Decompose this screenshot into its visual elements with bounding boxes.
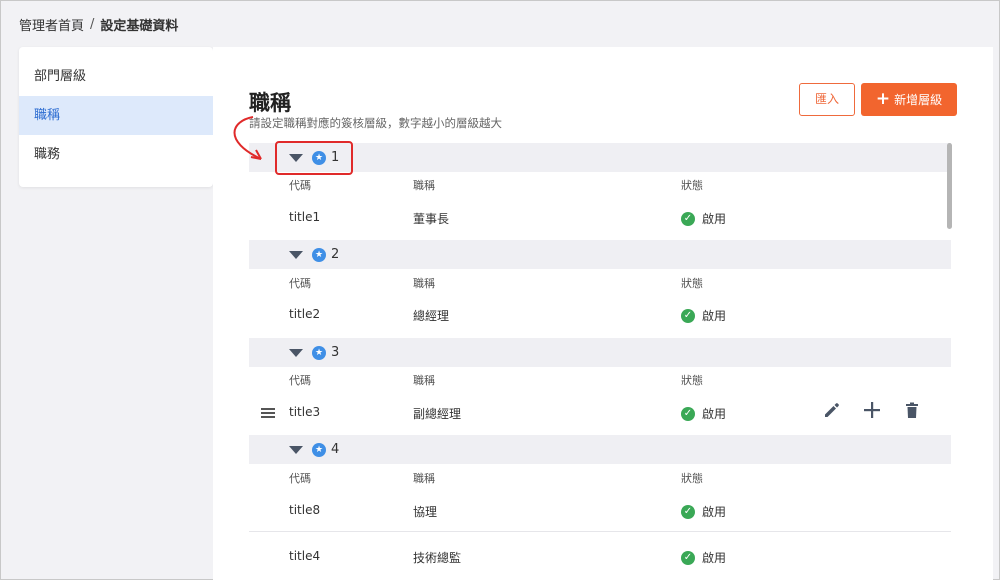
row-title: 技術總監 — [413, 551, 462, 565]
status-label: 啟用 — [702, 551, 727, 565]
plus-icon: + — [875, 89, 891, 109]
add-level-label: 新增層級 — [894, 93, 943, 107]
column-code: 代碼 — [289, 374, 311, 387]
column-header-row: 代碼 職稱 狀態 — [249, 177, 951, 197]
pencil-icon[interactable] — [823, 401, 841, 419]
breadcrumb-current: 設定基礎資料 — [100, 19, 179, 34]
sidebar-item-job-title[interactable]: 職稱 — [19, 96, 213, 135]
caret-down-icon[interactable] — [289, 348, 303, 357]
check-circle-icon: ✓ — [681, 550, 695, 565]
level-group-header[interactable]: ★ 3 — [249, 338, 951, 367]
level-number: 4 — [331, 442, 340, 457]
add-level-button[interactable]: + 新增層級 — [861, 83, 957, 116]
row-title: 協理 — [413, 505, 438, 519]
callout-arrow-icon — [233, 116, 262, 160]
status-label: 啟用 — [702, 309, 727, 323]
sidebar-item-department-level[interactable]: 部門層級 — [19, 57, 213, 96]
row-title: 副總經理 — [413, 407, 462, 421]
level-group-header[interactable]: ★ 2 — [249, 240, 951, 269]
drag-handle-icon[interactable] — [261, 408, 275, 418]
sidebar-item-position[interactable]: 職務 — [19, 135, 213, 174]
row-code: title2 — [289, 307, 321, 321]
column-title: 職稱 — [413, 179, 435, 192]
trash-icon[interactable] — [903, 401, 921, 419]
star-badge-icon: ★ — [312, 442, 326, 457]
table-row[interactable]: title2 總經理 ✓ 啟用 — [249, 295, 951, 335]
breadcrumb: 管理者首頁 / 設定基礎資料 — [19, 15, 178, 34]
column-status: 狀態 — [681, 374, 703, 387]
level-number: 3 — [331, 345, 340, 360]
column-code: 代碼 — [289, 277, 311, 290]
row-code: title1 — [289, 210, 321, 224]
column-code: 代碼 — [289, 472, 311, 485]
table-row[interactable]: title1 董事長 ✓ 啟用 — [249, 198, 951, 238]
star-badge-icon: ★ — [312, 345, 326, 360]
table-row[interactable]: title8 協理 ✓ 啟用 — [249, 491, 951, 531]
table-row[interactable]: title4 技術總監 ✓ 啟用 — [249, 537, 951, 577]
caret-down-icon[interactable] — [289, 250, 303, 259]
level-group-header[interactable]: ★ 4 — [249, 435, 951, 464]
column-header-row: 代碼 職稱 狀態 — [249, 275, 951, 295]
check-circle-icon: ✓ — [681, 406, 695, 421]
row-status: ✓ 啟用 — [681, 405, 726, 422]
column-title: 職稱 — [413, 472, 435, 485]
plus-icon[interactable] — [863, 401, 881, 419]
breadcrumb-separator: / — [90, 17, 95, 32]
row-actions — [823, 401, 921, 419]
column-status: 狀態 — [681, 179, 703, 192]
check-circle-icon: ✓ — [681, 308, 695, 323]
page-subtitle: 請設定職稱對應的簽核層級，數字越小的層級越大 — [249, 116, 502, 130]
sidebar: 部門層級 職稱 職務 — [19, 47, 213, 187]
column-title: 職稱 — [413, 374, 435, 387]
title-level-table: ★ 1 代碼 職稱 狀態 title1 董事長 ✓ 啟用 ★ 2 代碼 職稱 狀… — [249, 143, 951, 580]
column-code: 代碼 — [289, 179, 311, 192]
check-circle-icon: ✓ — [681, 211, 695, 226]
column-header-row: 代碼 職稱 狀態 — [249, 470, 951, 490]
row-status: ✓ 啟用 — [681, 210, 726, 227]
status-label: 啟用 — [702, 212, 727, 226]
row-status: ✓ 啟用 — [681, 307, 726, 324]
status-label: 啟用 — [702, 407, 727, 421]
check-circle-icon: ✓ — [681, 504, 695, 519]
row-code: title3 — [289, 405, 321, 419]
callout-highlight-box — [275, 141, 353, 175]
breadcrumb-home[interactable]: 管理者首頁 — [19, 15, 84, 34]
row-title: 董事長 — [413, 212, 450, 226]
caret-down-icon[interactable] — [289, 445, 303, 454]
row-code: title4 — [289, 549, 321, 563]
table-row[interactable]: title3 副總經理 ✓ 啟用 — [249, 393, 951, 433]
main-panel: 職稱 請設定職稱對應的簽核層級，數字越小的層級越大 匯入 + 新增層級 ★ 1 … — [213, 47, 993, 580]
column-status: 狀態 — [681, 277, 703, 290]
star-badge-icon: ★ — [312, 247, 326, 262]
status-label: 啟用 — [702, 505, 727, 519]
vertical-scrollbar[interactable] — [947, 143, 952, 229]
column-status: 狀態 — [681, 472, 703, 485]
level-number: 2 — [331, 247, 340, 262]
import-button[interactable]: 匯入 — [799, 83, 855, 116]
level-group-header[interactable]: ★ 1 — [249, 143, 951, 172]
row-code: title8 — [289, 503, 321, 517]
column-header-row: 代碼 職稱 狀態 — [249, 372, 951, 392]
row-status: ✓ 啟用 — [681, 503, 726, 520]
row-status: ✓ 啟用 — [681, 549, 726, 566]
row-title: 總經理 — [413, 309, 450, 323]
column-title: 職稱 — [413, 277, 435, 290]
row-divider — [249, 531, 951, 532]
